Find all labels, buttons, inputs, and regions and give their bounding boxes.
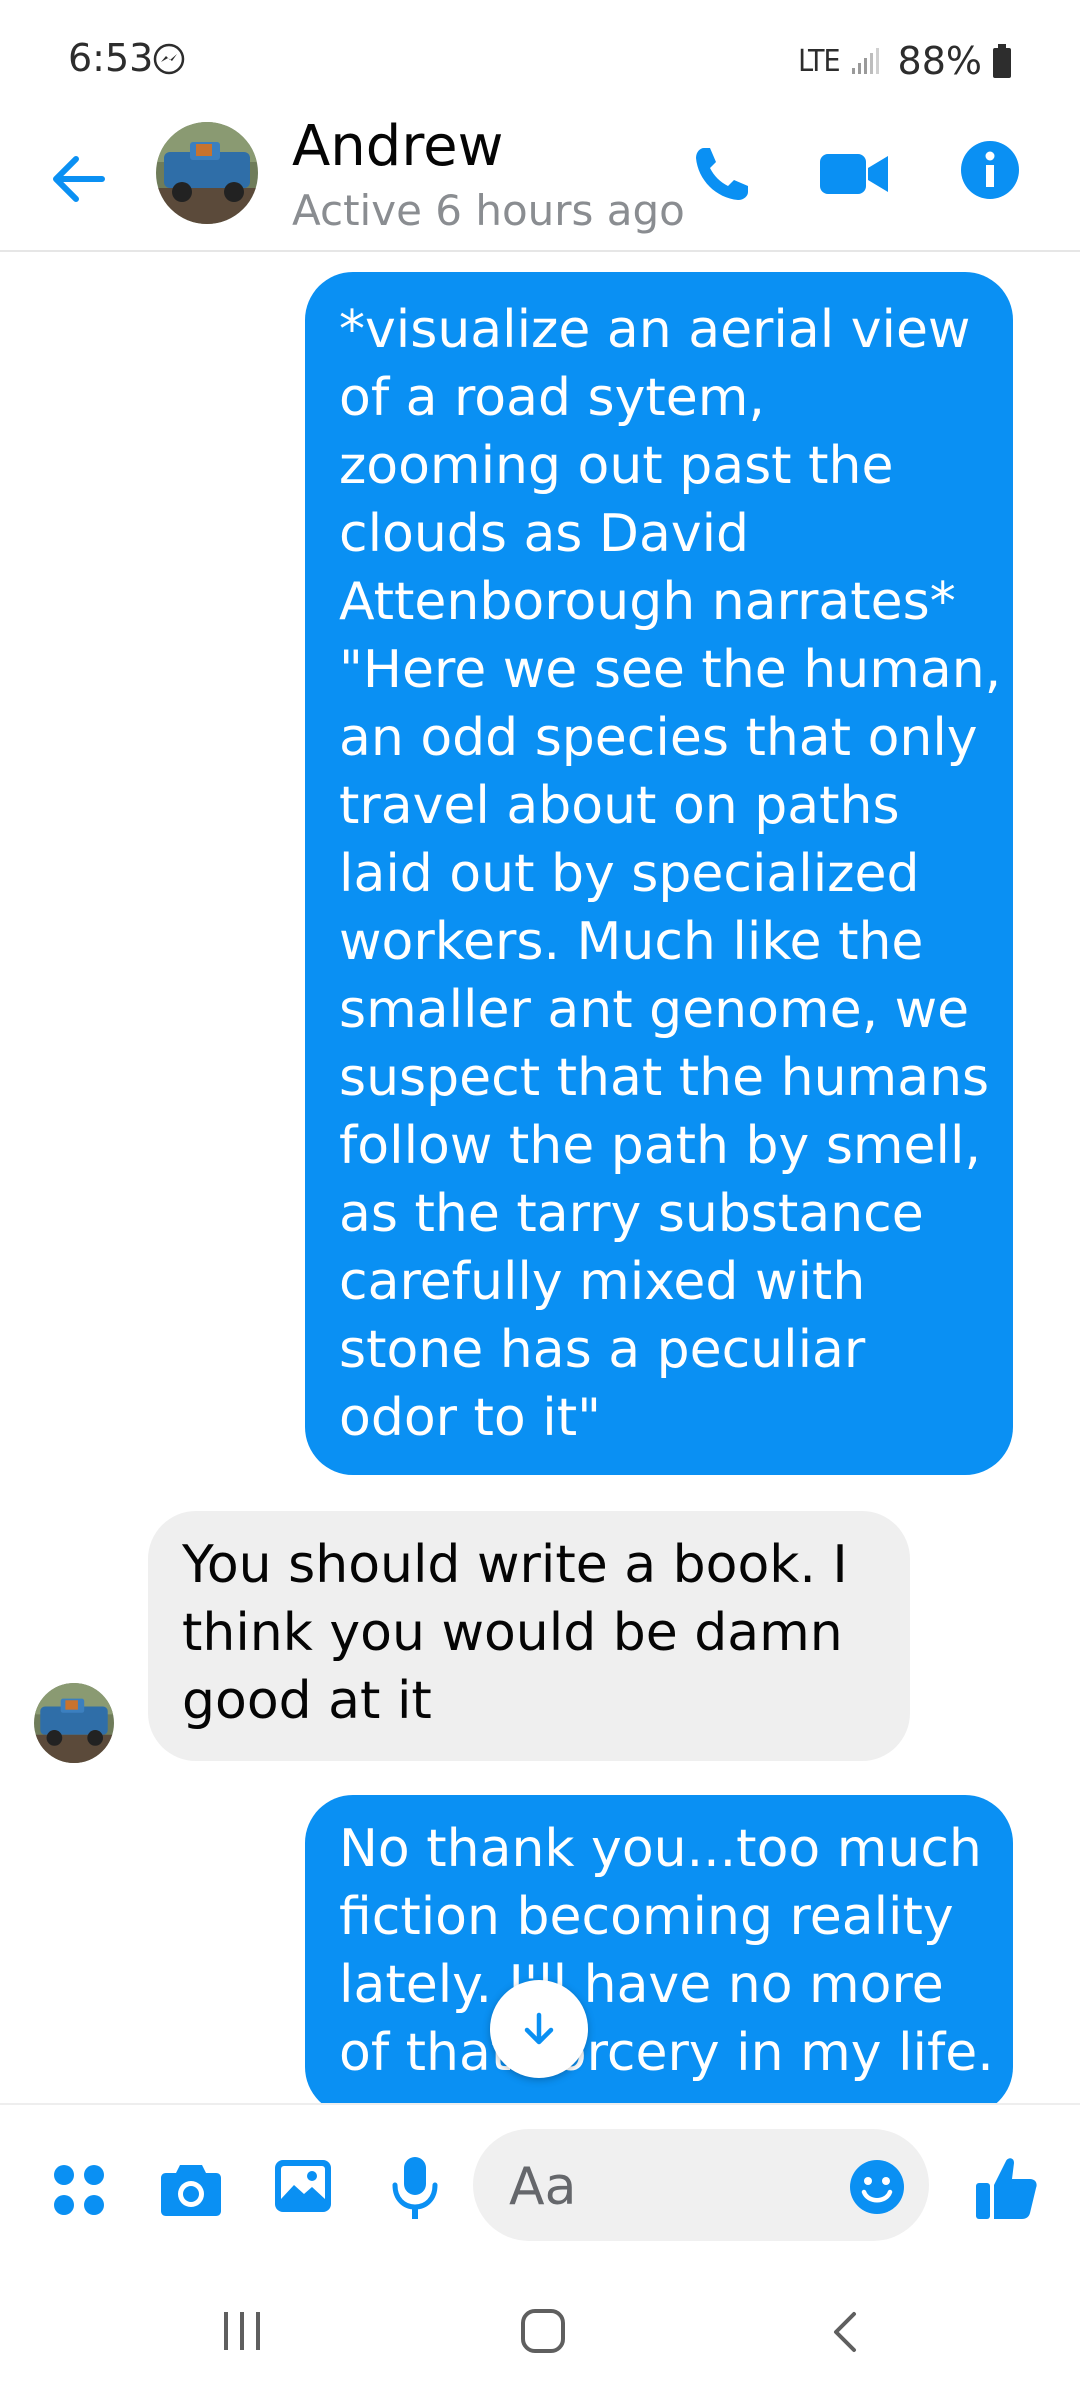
contact-avatar[interactable]	[156, 122, 258, 224]
outgoing-message[interactable]: *visualize an aerial view of a road syte…	[305, 272, 1013, 1475]
avatar-photo	[156, 122, 258, 224]
battery-percent: 88%	[897, 39, 982, 83]
message-line: *visualize an aerial view	[339, 300, 971, 360]
sender-avatar[interactable]	[34, 1683, 114, 1763]
message-line: lately. I'll have no more	[339, 1955, 944, 2015]
outgoing-message[interactable]: No thank you...too much fiction becoming…	[305, 1795, 1013, 2115]
message-line: of that sorcery in my life.	[339, 2023, 994, 2083]
message-line: stone has a peculiar	[339, 1320, 866, 1380]
status-time: 6:53	[68, 36, 154, 80]
thumbs-up-icon[interactable]	[974, 2155, 1038, 2221]
sender-avatar-photo	[34, 1683, 114, 1763]
message-line: think you would be damn	[182, 1603, 843, 1663]
status-bar: 6:53 LTE 88%	[0, 0, 1080, 110]
message-line: carefully mixed with	[339, 1252, 866, 1312]
message-line: of a road sytem,	[339, 368, 765, 428]
video-call-icon[interactable]	[818, 146, 890, 202]
message-line: Attenborough narrates*	[339, 572, 956, 632]
message-line: No thank you...too much	[339, 1819, 982, 1879]
battery-icon	[993, 44, 1011, 78]
message-input-placeholder: Aa	[509, 2157, 577, 2217]
gallery-icon[interactable]	[274, 2159, 332, 2213]
back-arrow-icon[interactable]	[44, 144, 114, 214]
message-line: zooming out past the	[339, 436, 894, 496]
message-line: smaller ant genome, we	[339, 980, 970, 1040]
active-status: Active 6 hours ago	[292, 186, 685, 235]
info-icon[interactable]	[960, 140, 1020, 200]
conversation-header: Andrew Active 6 hours ago	[0, 110, 1080, 252]
contact-name[interactable]: Andrew	[292, 114, 503, 179]
message-line: good at it	[182, 1671, 432, 1731]
emoji-icon[interactable]	[849, 2159, 905, 2215]
message-input[interactable]: Aa	[473, 2129, 929, 2241]
arrow-down-icon	[524, 2012, 554, 2045]
message-line: travel about on paths	[339, 776, 900, 836]
message-line: suspect that the humans	[339, 1048, 990, 1108]
recent-apps-icon[interactable]	[220, 2310, 264, 2352]
message-line: You should write a book. I	[182, 1535, 848, 1595]
scroll-to-bottom-button[interactable]	[490, 1980, 588, 2078]
message-line: laid out by specialized	[339, 844, 920, 904]
apps-icon[interactable]	[52, 2163, 106, 2217]
message-line: odor to it"	[339, 1388, 602, 1448]
message-line: workers. Much like the	[339, 912, 924, 972]
message-line: as the tarry substance	[339, 1184, 924, 1244]
phone-icon[interactable]	[690, 142, 754, 206]
message-composer: Aa	[0, 2103, 1080, 2262]
signal-icon	[851, 48, 879, 74]
incoming-message[interactable]: You should write a book. I think you wou…	[148, 1511, 910, 1761]
microphone-icon[interactable]	[390, 2155, 440, 2221]
status-indicators: LTE 88%	[798, 36, 1012, 86]
nav-back-icon[interactable]	[830, 2310, 860, 2354]
message-line: "Here we see the human,	[339, 640, 1002, 700]
messenger-notification-icon	[153, 43, 185, 75]
message-line: clouds as David	[339, 504, 750, 564]
messenger-screen: 6:53 LTE 88% Andrew Active 6 hours ago *…	[0, 0, 1080, 2400]
network-type: LTE	[798, 43, 840, 79]
home-icon[interactable]	[520, 2308, 566, 2354]
system-navigation-bar	[0, 2260, 1080, 2400]
camera-icon[interactable]	[160, 2161, 222, 2217]
message-line: fiction becoming reality	[339, 1887, 954, 1947]
message-line: an odd species that only	[339, 708, 978, 768]
message-line: follow the path by smell,	[339, 1116, 981, 1176]
